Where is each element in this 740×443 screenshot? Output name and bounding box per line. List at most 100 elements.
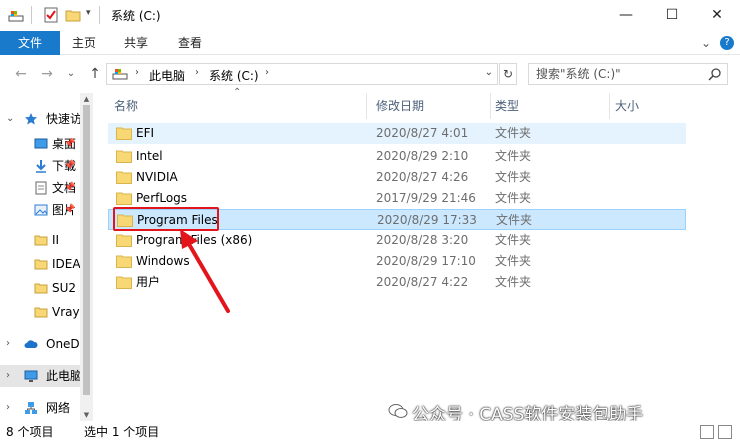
- folder-icon: [34, 259, 48, 270]
- file-type: 文件夹: [495, 275, 532, 289]
- selection-count: 选中 1 个项目: [84, 425, 160, 439]
- file-date: 2020/8/29 2:10: [376, 149, 469, 163]
- title-bar: ▾ 系统 (C:) — ☐ ✕: [0, 0, 740, 31]
- scroll-thumb[interactable]: [83, 105, 90, 395]
- cloud-icon: [24, 340, 38, 348]
- file-date: 2020/8/28 3:20: [376, 233, 469, 247]
- qat-customize-icon[interactable]: ▾: [86, 8, 91, 18]
- search-icon[interactable]: [708, 67, 722, 81]
- minimize-button[interactable]: —: [603, 0, 649, 31]
- column-header-date[interactable]: 修改日期: [376, 93, 424, 119]
- file-type: 文件夹: [495, 191, 532, 205]
- star-icon: [25, 113, 37, 125]
- file-name: PerfLogs: [136, 191, 188, 205]
- folder-icon: [116, 150, 132, 163]
- file-row[interactable]: PerfLogs 2017/9/29 21:46 文件夹: [108, 188, 686, 209]
- maximize-button[interactable]: ☐: [649, 0, 695, 31]
- search-box[interactable]: [528, 63, 728, 85]
- expand-chevron-icon[interactable]: ›: [6, 397, 10, 419]
- file-row[interactable]: NVIDIA 2020/8/27 4:26 文件夹: [108, 167, 686, 188]
- drive-icon[interactable]: [8, 7, 24, 23]
- scroll-down-icon[interactable]: ▼: [80, 411, 93, 419]
- file-row[interactable]: Intel 2020/8/29 2:10 文件夹: [108, 146, 686, 167]
- drive-icon: [112, 69, 128, 80]
- recent-locations-button[interactable]: ⌄: [62, 65, 80, 83]
- folder-icon: [116, 234, 132, 247]
- file-date: 2020/8/29 17:33: [377, 213, 477, 227]
- nav-folder[interactable]: II: [0, 229, 80, 251]
- file-type: 文件夹: [495, 170, 532, 184]
- pin-icon: 📌: [64, 205, 76, 215]
- annotation-arrow-icon: [180, 229, 230, 313]
- properties-icon[interactable]: [43, 7, 59, 23]
- file-date: 2020/8/29 17:10: [376, 254, 476, 268]
- nav-folder[interactable]: SU2: [0, 277, 80, 299]
- details-view-icon[interactable]: [700, 425, 714, 439]
- computer-icon: [24, 370, 38, 382]
- close-button[interactable]: ✕: [694, 0, 740, 31]
- column-header-name[interactable]: 名称: [114, 93, 138, 119]
- pin-icon: 📌: [64, 139, 76, 149]
- up-button[interactable]: ↑: [86, 65, 104, 83]
- nav-folder[interactable]: Vray: [0, 301, 80, 323]
- nav-folder[interactable]: IDEA: [0, 253, 80, 275]
- breadcrumb-chevron-icon[interactable]: ›: [195, 67, 199, 78]
- column-divider[interactable]: [609, 93, 610, 119]
- folder-icon: [34, 307, 48, 318]
- nav-desktop[interactable]: 桌面 📌: [0, 133, 80, 155]
- nav-pictures[interactable]: 图片 📌: [0, 199, 80, 221]
- back-button[interactable]: ←: [12, 65, 30, 83]
- nav-documents[interactable]: 文档 📌: [0, 177, 80, 199]
- refresh-button[interactable]: ↻: [499, 63, 517, 85]
- file-type: 文件夹: [495, 126, 532, 140]
- tab-file[interactable]: 文件: [0, 31, 60, 55]
- file-date: 2020/8/27 4:26: [376, 170, 469, 184]
- large-icons-view-icon[interactable]: [718, 425, 732, 439]
- column-header-size[interactable]: 大小: [615, 93, 639, 119]
- column-divider[interactable]: [490, 93, 491, 119]
- folder-icon: [116, 276, 132, 289]
- file-row[interactable]: EFI 2020/8/27 4:01 文件夹: [108, 123, 686, 144]
- breadcrumb-chevron-icon[interactable]: ›: [135, 67, 139, 78]
- sort-ascending-icon: ⌃: [233, 87, 242, 98]
- forward-button[interactable]: →: [38, 65, 56, 83]
- expand-chevron-icon[interactable]: ›: [6, 365, 10, 387]
- tab-view[interactable]: 查看: [170, 31, 210, 55]
- address-dropdown-icon[interactable]: ⌄: [485, 67, 493, 78]
- address-row: ← → ⌄ ↑ › 此电脑 › 系统 (C:) › ⌄ ↻: [0, 55, 740, 93]
- folder-icon: [116, 171, 132, 184]
- nav-label: Vray: [52, 305, 80, 319]
- nav-network[interactable]: › 网络: [0, 397, 80, 419]
- tab-share[interactable]: 共享: [116, 31, 156, 55]
- column-divider[interactable]: [366, 93, 367, 119]
- nav-label: SU2: [52, 281, 77, 295]
- breadcrumb-this-pc[interactable]: 此电脑: [149, 67, 185, 84]
- pin-icon: 📌: [64, 161, 76, 171]
- address-bar[interactable]: › 此电脑 › 系统 (C:) › ⌄: [106, 63, 498, 85]
- folder-icon: [34, 283, 48, 294]
- file-date: 2020/8/27 4:22: [376, 275, 469, 289]
- nav-onedrive[interactable]: › OneDrive: [0, 333, 80, 355]
- nav-downloads[interactable]: 下载 📌: [0, 155, 80, 177]
- folder-icon: [116, 192, 132, 205]
- folder-icon: [116, 127, 132, 140]
- picture-icon: [34, 204, 48, 216]
- nav-scrollbar[interactable]: ▲ ▼: [80, 93, 93, 421]
- qat-divider: [31, 6, 32, 24]
- expand-chevron-icon[interactable]: ›: [6, 333, 10, 355]
- help-icon[interactable]: ?: [720, 36, 734, 50]
- tab-home[interactable]: 主页: [64, 31, 104, 55]
- nav-quick-access[interactable]: ⌄ 快速访问: [0, 108, 80, 130]
- item-count: 8 个项目: [6, 425, 54, 439]
- new-folder-icon[interactable]: [65, 7, 81, 23]
- scroll-up-icon[interactable]: ▲: [80, 95, 93, 103]
- breadcrumb-chevron-icon[interactable]: ›: [265, 67, 269, 78]
- file-type: 文件夹: [496, 213, 533, 227]
- file-name: EFI: [136, 126, 155, 140]
- expand-chevron-icon[interactable]: ⌄: [6, 108, 14, 130]
- ribbon-expand-icon[interactable]: ⌄: [698, 31, 714, 55]
- breadcrumb-c-drive[interactable]: 系统 (C:): [209, 67, 259, 84]
- search-input[interactable]: [536, 64, 706, 84]
- column-header-type[interactable]: 类型: [495, 93, 519, 119]
- nav-this-pc[interactable]: › 此电脑: [0, 365, 80, 387]
